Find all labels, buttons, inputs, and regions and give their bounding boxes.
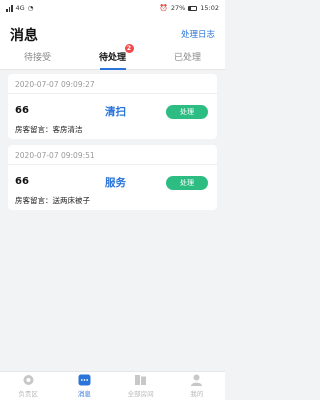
message-icon xyxy=(78,374,91,386)
bottom-nav: 负责区 消息 全部房间 我的 xyxy=(0,371,225,400)
battery-icon xyxy=(188,5,198,11)
tab-bar: 待接受 待处理 2 已处理 xyxy=(0,44,225,70)
alarm-icon: ⏰ xyxy=(159,4,168,12)
divider xyxy=(8,164,217,165)
message-card[interactable]: 2020-07-07 09:09:27 66 清扫 处理 房客留言：客房清洁 xyxy=(8,74,217,139)
profile-icon xyxy=(191,374,203,386)
tab-pending-accept[interactable]: 待接受 xyxy=(0,48,75,70)
nav-item-messages[interactable]: 消息 xyxy=(56,372,112,400)
message-time: 2020-07-07 09:09:51 xyxy=(15,151,95,160)
room-number: 66 xyxy=(15,176,29,187)
nav-item-area[interactable]: 负责区 xyxy=(0,372,56,400)
signal-icon xyxy=(6,4,13,12)
nav-label: 我的 xyxy=(190,390,204,398)
status-bar: 4G ◔ ⏰ 27% 15:02 xyxy=(0,0,225,16)
tab-pending-process[interactable]: 待处理 2 xyxy=(75,44,150,70)
nav-label: 消息 xyxy=(77,390,91,398)
tab-label: 待接受 xyxy=(23,53,51,63)
tab-processed[interactable]: 已处理 xyxy=(150,48,225,70)
tab-label: 待处理 xyxy=(98,53,126,63)
process-log-link[interactable]: 处理日志 xyxy=(181,28,215,40)
page-title: 消息 xyxy=(10,28,38,44)
room-number: 66 xyxy=(15,105,29,116)
header: 消息 处理日志 待接受 待处理 2 已处理 xyxy=(0,16,225,70)
process-button[interactable]: 处理 xyxy=(166,176,208,190)
battery-label: 27% xyxy=(170,4,186,12)
nav-label: 全部房间 xyxy=(127,390,154,398)
divider xyxy=(8,93,217,94)
guest-note: 房客留言：客房清洁 xyxy=(15,125,83,134)
tab-label: 已处理 xyxy=(173,53,201,63)
rooms-icon xyxy=(135,375,147,385)
nav-item-profile[interactable]: 我的 xyxy=(169,372,225,400)
message-time: 2020-07-07 09:09:27 xyxy=(15,80,95,89)
active-tab-indicator xyxy=(99,68,126,70)
area-icon xyxy=(23,375,34,385)
process-button[interactable]: 处理 xyxy=(166,105,208,119)
service-type: 服务 xyxy=(105,177,126,189)
wifi-icon: ◔ xyxy=(27,4,34,12)
message-list: 2020-07-07 09:09:27 66 清扫 处理 房客留言：客房清洁 2… xyxy=(8,74,217,216)
clock-time: 15:02 xyxy=(200,4,219,12)
nav-label: 负责区 xyxy=(18,390,38,398)
service-type: 清扫 xyxy=(105,106,126,118)
message-card[interactable]: 2020-07-07 09:09:51 66 服务 处理 房客留言：送两床被子 xyxy=(8,145,217,210)
guest-note: 房客留言：送两床被子 xyxy=(15,196,90,205)
network-label: 4G xyxy=(15,4,25,12)
count-badge: 2 xyxy=(124,44,134,53)
nav-item-all-rooms[interactable]: 全部房间 xyxy=(113,372,169,400)
